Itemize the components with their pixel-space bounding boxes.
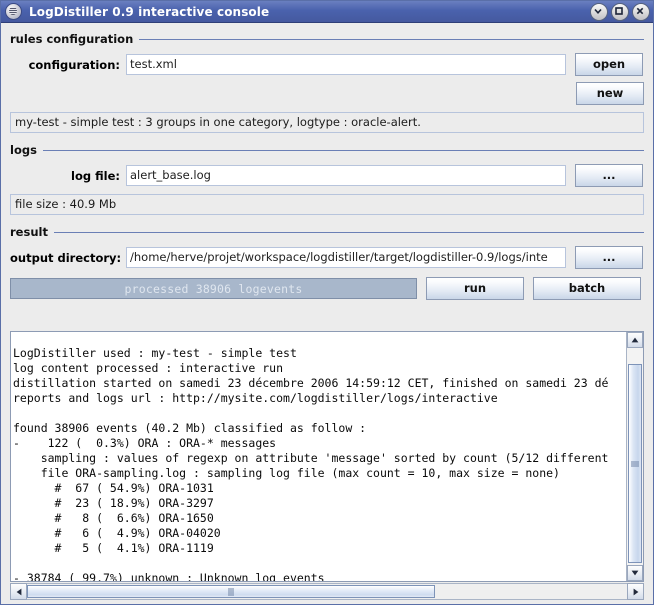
rules-configuration-group: rules configuration configuration: test.… — [10, 32, 644, 133]
group-divider — [42, 149, 644, 151]
close-icon[interactable] — [632, 3, 650, 21]
scroll-grip-icon — [228, 587, 234, 596]
rules-configuration-label: rules configuration — [10, 33, 140, 45]
application-window: LogDistiller 0.9 interactive console rul… — [0, 0, 654, 605]
open-button[interactable]: open — [575, 53, 643, 76]
output-directory-input[interactable]: /home/herve/projet/workspace/logdistille… — [126, 247, 566, 268]
console-viewport[interactable]: LogDistiller used : my-test - simple tes… — [11, 332, 626, 581]
run-button[interactable]: run — [426, 277, 524, 300]
title-bar: LogDistiller 0.9 interactive console — [1, 1, 653, 23]
scroll-left-icon[interactable] — [10, 583, 27, 600]
main-content: rules configuration configuration: test.… — [1, 23, 653, 604]
configuration-row: configuration: test.xml open — [10, 53, 644, 76]
console-output-panel: LogDistiller used : my-test - simple tes… — [10, 331, 644, 582]
logs-header: logs — [10, 143, 644, 157]
maximize-icon[interactable] — [611, 3, 629, 21]
window-controls — [590, 3, 650, 21]
scroll-grip-icon — [631, 461, 639, 466]
app-disc-icon — [5, 3, 22, 20]
output-directory-browse-button[interactable]: ... — [575, 246, 643, 269]
horizontal-scroll-track[interactable] — [27, 583, 627, 600]
logs-group: logs log file: alert_base.log ... file s… — [10, 143, 644, 215]
result-label: result — [10, 226, 54, 238]
result-header: result — [10, 225, 644, 239]
rules-configuration-header: rules configuration — [10, 32, 644, 46]
scroll-right-icon[interactable] — [627, 583, 644, 600]
configuration-input[interactable]: test.xml — [126, 54, 566, 75]
minimize-icon[interactable] — [590, 3, 608, 21]
logs-label: logs — [10, 144, 43, 156]
new-button[interactable]: new — [576, 82, 644, 105]
log-file-row: log file: alert_base.log ... — [10, 164, 644, 187]
progress-bar: processed 38906 logevents — [10, 278, 417, 299]
progress-label: processed 38906 logevents — [124, 281, 303, 296]
scroll-up-icon[interactable] — [627, 332, 643, 348]
console-horizontal-scrollbar[interactable] — [10, 583, 644, 600]
group-divider — [139, 38, 644, 40]
run-controls-row: processed 38906 logevents run batch — [10, 277, 644, 300]
group-divider — [53, 231, 644, 233]
batch-button[interactable]: batch — [533, 277, 641, 300]
console-vertical-scrollbar[interactable] — [626, 332, 643, 581]
log-file-label: log file: — [71, 168, 120, 183]
output-directory-label: output directory: — [10, 250, 122, 265]
new-button-row: new — [10, 82, 644, 105]
configuration-label: configuration: — [28, 57, 120, 72]
log-file-input[interactable]: alert_base.log — [126, 165, 566, 186]
window-title: LogDistiller 0.9 interactive console — [29, 4, 270, 19]
configuration-summary: my-test - simple test : 3 groups in one … — [10, 112, 644, 133]
result-group: result output directory: /home/herve/pro… — [10, 225, 644, 300]
log-file-browse-button[interactable]: ... — [575, 164, 643, 187]
console-text: LogDistiller used : my-test - simple tes… — [13, 345, 609, 582]
horizontal-scroll-thumb[interactable] — [27, 585, 435, 598]
output-directory-row: output directory: /home/herve/projet/wor… — [10, 246, 644, 269]
scroll-down-icon[interactable] — [627, 565, 643, 581]
vertical-scroll-track[interactable] — [627, 348, 643, 565]
vertical-scroll-thumb[interactable] — [628, 364, 642, 563]
file-size-readout: file size : 40.9 Mb — [10, 194, 644, 215]
